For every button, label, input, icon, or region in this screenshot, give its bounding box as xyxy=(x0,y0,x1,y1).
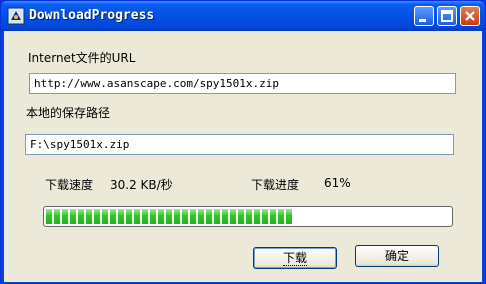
url-input[interactable] xyxy=(29,73,456,94)
save-path-label: 本地的保存路径 xyxy=(26,106,111,120)
ok-button[interactable]: 确定 xyxy=(355,245,439,267)
window-title: DownloadProgress xyxy=(29,8,155,23)
close-icon xyxy=(465,11,475,21)
progress-percent: 61% xyxy=(324,176,351,190)
minimize-button[interactable] xyxy=(414,6,434,26)
download-button[interactable]: 下载 xyxy=(253,247,337,269)
speed-value: 30.2 KB/秒 xyxy=(110,178,173,192)
title-bar[interactable]: DownloadProgress xyxy=(1,1,485,31)
minimize-icon xyxy=(419,19,426,22)
close-button[interactable] xyxy=(460,6,480,26)
progress-fill xyxy=(46,209,292,224)
url-label: Internet文件的URL xyxy=(28,51,136,65)
app-icon xyxy=(7,7,25,25)
download-progress-window: DownloadProgress Internet文件的URL 本地的保存路径 … xyxy=(0,0,486,284)
speed-label: 下载速度 xyxy=(45,178,94,192)
dialog-body: Internet文件的URL 本地的保存路径 下载速度 30.2 KB/秒 下载… xyxy=(4,31,482,282)
download-button-label: 下载 xyxy=(282,251,307,266)
maximize-icon xyxy=(441,10,453,22)
maximize-button[interactable] xyxy=(437,6,457,26)
download-progress-bar xyxy=(43,206,453,227)
ok-button-label: 确定 xyxy=(384,249,409,263)
progress-label: 下载进度 xyxy=(251,178,300,192)
save-path-input[interactable] xyxy=(25,134,454,155)
